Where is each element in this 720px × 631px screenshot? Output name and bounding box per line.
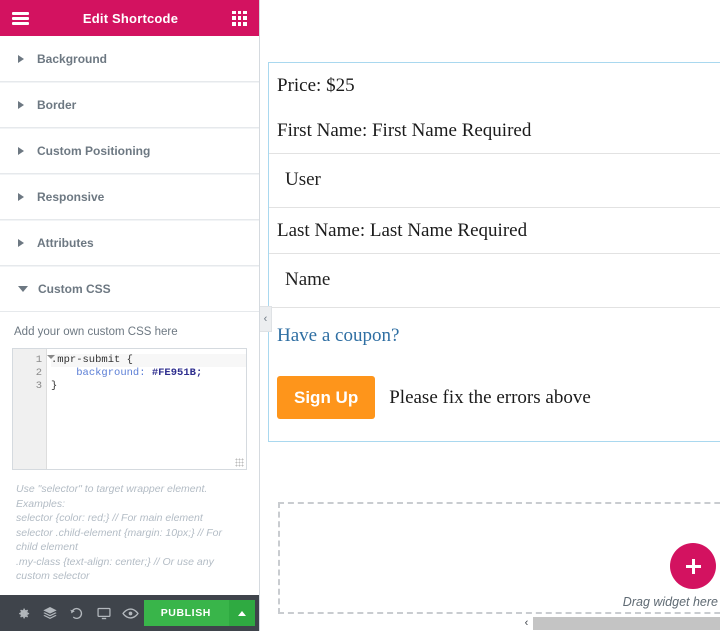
css-property-token: background: (76, 367, 145, 379)
panel-header: Edit Shortcode (0, 0, 259, 36)
code-line: background: #FE951B; (51, 367, 246, 380)
publish-button[interactable]: PUBLISH (144, 600, 228, 626)
chevron-right-icon (18, 193, 24, 201)
editor-resize-grip[interactable] (235, 458, 244, 467)
publish-options-button[interactable] (228, 600, 255, 626)
first-name-label: First Name: First Name Required (269, 108, 720, 153)
chevron-right-icon (18, 55, 24, 63)
form-error-message: Please fix the errors above (389, 387, 591, 409)
submit-row: Sign Up Please fix the errors above (269, 362, 720, 441)
horizontal-scrollbar[interactable]: ‹ (520, 615, 720, 631)
widgets-grid-icon[interactable] (232, 11, 247, 26)
help-line: selector .child-element {margin: 10px;} … (16, 526, 243, 555)
line-number: 2 (13, 367, 46, 380)
section-custom-positioning[interactable]: Custom Positioning (0, 128, 259, 174)
code-fold-icon[interactable] (47, 355, 55, 359)
help-line: .my-class {text-align: center;} // Or us… (16, 555, 243, 584)
section-label: Custom Positioning (37, 144, 150, 158)
code-text-area[interactable]: .mpr-submit { background: #FE951B;} (47, 349, 246, 469)
add-section-button[interactable] (670, 543, 716, 589)
chevron-right-icon (18, 147, 24, 155)
section-label: Attributes (37, 236, 94, 250)
help-line: Use "selector" to target wrapper element… (16, 482, 243, 497)
line-number: 3 (13, 380, 46, 393)
signup-form-widget[interactable]: Price: $25 First Name: First Name Requir… (268, 62, 720, 442)
section-label: Background (37, 52, 107, 66)
canvas-preview: Price: $25 First Name: First Name Requir… (260, 0, 720, 631)
elementor-editor-window: Edit Shortcode Background Border Custom … (0, 0, 720, 631)
settings-gear-icon[interactable] (10, 595, 37, 631)
last-name-label: Last Name: Last Name Required (269, 208, 720, 253)
custom-css-panel: Add your own custom CSS here 1 2 3 .mpr-… (0, 312, 259, 584)
have-a-coupon-link[interactable]: Have a coupon? (269, 308, 720, 362)
section-responsive[interactable]: Responsive (0, 174, 259, 220)
preview-eye-icon[interactable] (117, 595, 144, 631)
drag-widget-hint: Drag widget here (623, 595, 718, 609)
publish-button-group: PUBLISH (144, 600, 255, 626)
css-brace-token: { (120, 354, 133, 366)
code-gutter: 1 2 3 (13, 349, 47, 469)
chevron-down-icon (18, 286, 28, 292)
sign-up-button[interactable]: Sign Up (277, 376, 375, 419)
panel-title: Edit Shortcode (29, 11, 232, 26)
line-number: 1 (13, 354, 46, 367)
custom-css-field-label: Add your own custom CSS here (12, 326, 247, 338)
scroll-left-arrow-icon[interactable]: ‹ (520, 615, 533, 631)
responsive-mode-icon[interactable] (90, 595, 117, 631)
editor-panel: Edit Shortcode Background Border Custom … (0, 0, 260, 631)
chevron-right-icon (18, 239, 24, 247)
section-border[interactable]: Border (0, 82, 259, 128)
panel-collapse-handle[interactable]: ‹ (260, 306, 272, 332)
custom-css-code-editor[interactable]: 1 2 3 .mpr-submit { background: #FE951B;… (12, 348, 247, 470)
panel-body: Background Border Custom Positioning Res… (0, 36, 259, 595)
line-number-text: 1 (36, 354, 42, 366)
code-line: } (51, 380, 246, 393)
section-label: Border (37, 98, 76, 112)
css-close-brace-token: } (51, 380, 57, 392)
css-selector-token: .mpr-submit (51, 354, 120, 366)
code-line: .mpr-submit { (51, 354, 246, 367)
plus-icon (686, 559, 701, 574)
chevron-right-icon (18, 101, 24, 109)
css-value-token: #FE951B; (146, 367, 203, 379)
price-line: Price: $25 (269, 63, 720, 108)
scrollbar-track[interactable] (533, 617, 720, 630)
section-background[interactable]: Background (0, 36, 259, 82)
hamburger-icon[interactable] (12, 12, 29, 25)
history-icon[interactable] (63, 595, 90, 631)
navigator-layers-icon[interactable] (37, 595, 64, 631)
help-line: selector {color: red;} // For main eleme… (16, 511, 243, 526)
section-label: Responsive (37, 190, 104, 204)
last-name-input[interactable]: Name (269, 253, 720, 308)
custom-css-help-text: Use "selector" to target wrapper element… (12, 482, 247, 584)
section-attributes[interactable]: Attributes (0, 220, 259, 266)
section-label: Custom CSS (38, 282, 111, 296)
panel-footer-toolbar: PUBLISH (0, 595, 259, 631)
chevron-up-icon (238, 611, 246, 616)
first-name-input[interactable]: User (269, 153, 720, 208)
section-custom-css[interactable]: Custom CSS (0, 266, 259, 312)
help-line: Examples: (16, 497, 243, 512)
